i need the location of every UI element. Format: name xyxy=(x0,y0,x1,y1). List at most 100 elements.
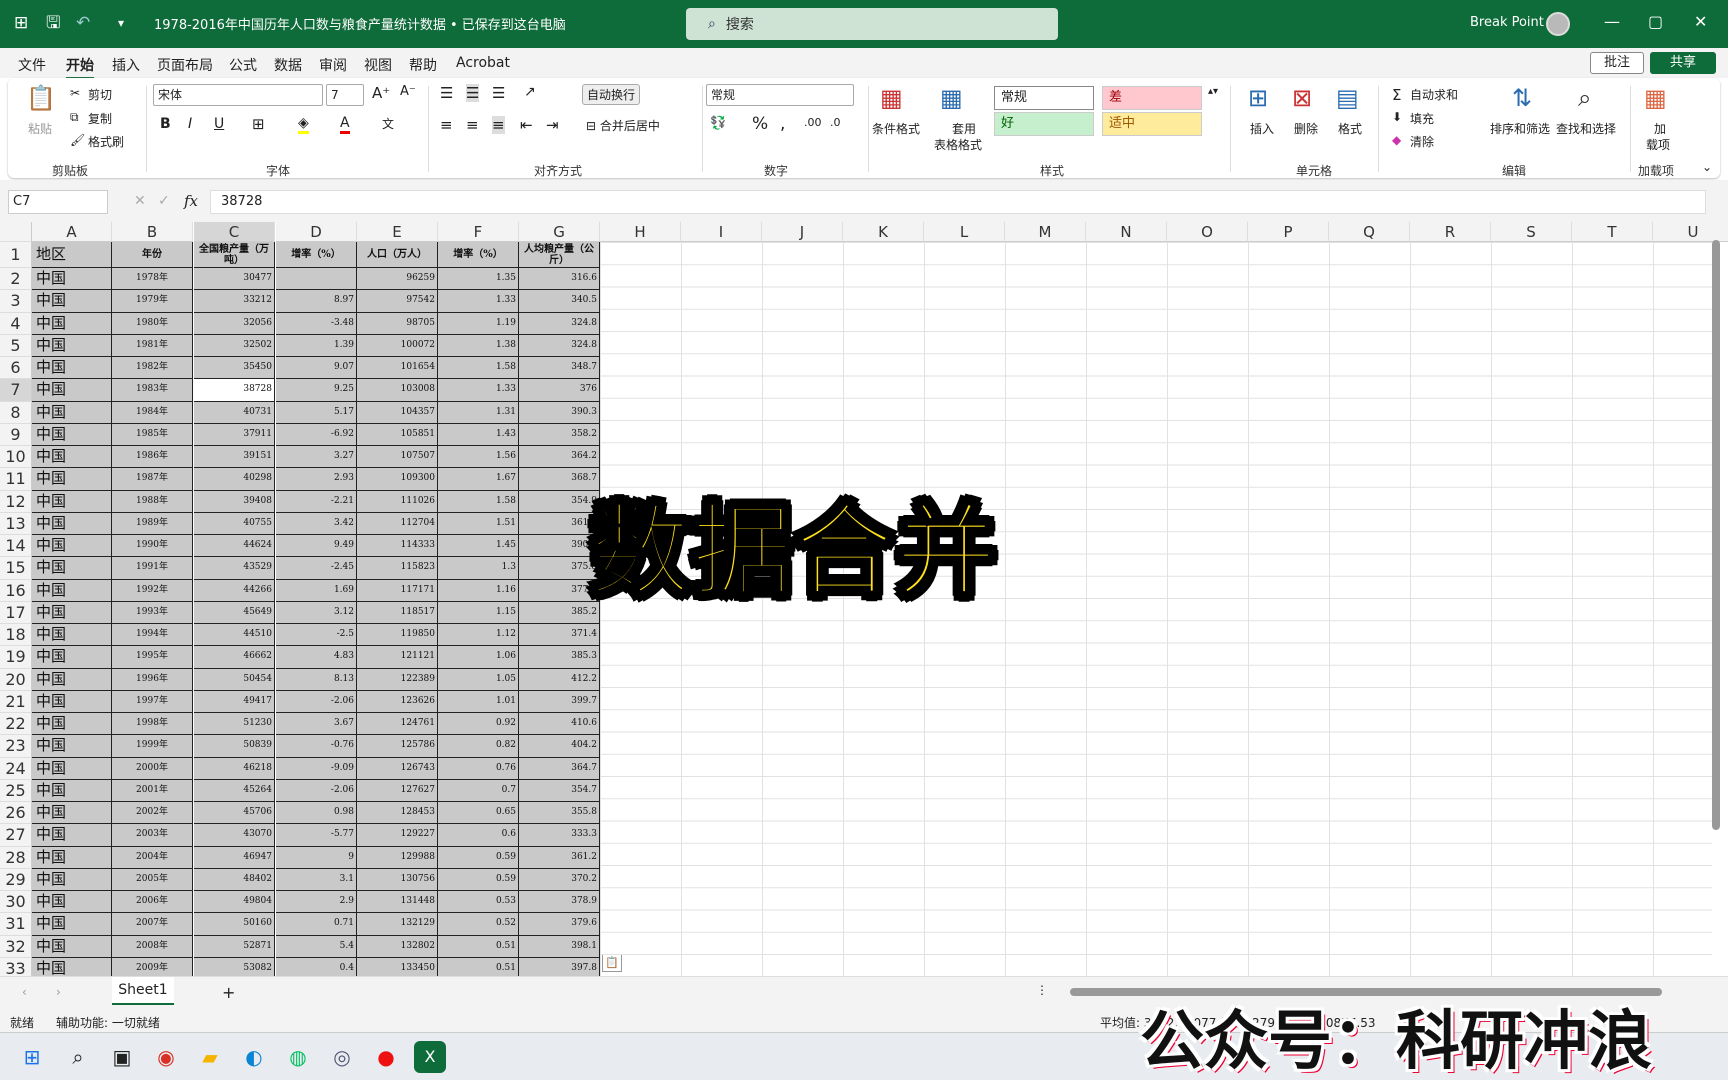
table-cell[interactable]: 3.27 xyxy=(276,446,357,469)
align-right-icon[interactable]: ≡ xyxy=(492,116,505,134)
conditional-format-label[interactable]: 条件格式 xyxy=(872,120,920,137)
header-cell[interactable]: 全国粮产量（万吨） xyxy=(194,242,275,268)
table-cell[interactable]: 128453 xyxy=(357,802,438,825)
grow-font-icon[interactable]: A⁺ xyxy=(372,84,390,102)
table-cell[interactable]: 33212 xyxy=(194,290,275,313)
table-cell[interactable]: 1979年 xyxy=(112,290,193,313)
table-cell[interactable]: 399.7 xyxy=(519,690,600,713)
column-header-h[interactable]: H xyxy=(600,222,681,242)
table-cell[interactable]: 127627 xyxy=(357,779,438,802)
orientation-icon[interactable]: ↗ xyxy=(524,84,536,100)
decrease-decimal-icon[interactable]: .0 xyxy=(830,116,841,129)
row-header[interactable]: 24 xyxy=(0,757,32,780)
header-cell[interactable]: 人均粮产量（公斤） xyxy=(519,242,600,268)
table-cell[interactable]: 中国 xyxy=(32,646,112,669)
header-cell[interactable]: 人口（万人） xyxy=(357,242,438,268)
table-cell[interactable]: 132129 xyxy=(357,913,438,936)
active-cell[interactable]: 38728 xyxy=(194,379,275,402)
app-icon[interactable]: ◎ xyxy=(326,1041,358,1073)
table-cell[interactable]: 3.12 xyxy=(276,601,357,624)
table-cell[interactable]: 1.35 xyxy=(438,268,519,291)
table-cell[interactable]: 37911 xyxy=(194,423,275,446)
table-cell[interactable]: 1.69 xyxy=(276,579,357,602)
row-header[interactable]: 27 xyxy=(0,824,32,847)
table-cell[interactable]: 1999年 xyxy=(112,735,193,758)
table-cell[interactable]: 中国 xyxy=(32,779,112,802)
phonetic-icon[interactable]: 文 xyxy=(382,115,394,132)
row-header[interactable]: 19 xyxy=(0,646,32,669)
clear-icon[interactable]: ◆ xyxy=(1392,133,1401,147)
style-normal[interactable]: 常规 xyxy=(994,86,1094,110)
decrease-indent-icon[interactable]: ⇤ xyxy=(520,116,533,134)
row-header[interactable]: 16 xyxy=(0,579,32,602)
table-cell[interactable]: 1994年 xyxy=(112,624,193,647)
font-size-select[interactable]: 7 xyxy=(326,84,364,106)
table-cell[interactable]: 1.3 xyxy=(438,557,519,580)
table-cell[interactable]: -2.06 xyxy=(276,690,357,713)
close-icon[interactable]: ✕ xyxy=(1694,12,1707,31)
menu-acrobat[interactable]: Acrobat xyxy=(456,55,510,71)
table-cell[interactable]: 2003年 xyxy=(112,824,193,847)
clear-label[interactable]: 清除 xyxy=(1410,133,1434,150)
table-cell[interactable]: 1985年 xyxy=(112,423,193,446)
table-cell[interactable]: 1980年 xyxy=(112,312,193,335)
table-cell[interactable]: 5.4 xyxy=(276,935,357,958)
menu-review[interactable]: 审阅 xyxy=(319,55,347,75)
table-cell[interactable]: 43529 xyxy=(194,557,275,580)
table-cell[interactable]: 1989年 xyxy=(112,512,193,535)
table-cell[interactable]: 132802 xyxy=(357,935,438,958)
paste-label[interactable]: 粘贴 xyxy=(28,120,52,137)
document-title[interactable]: 1978-2016年中国历年人口数与粮食产量统计数据 • 已保存到这台电脑 xyxy=(154,14,566,33)
table-cell[interactable]: 390.3 xyxy=(519,401,600,424)
table-cell[interactable]: 中国 xyxy=(32,490,112,513)
table-cell[interactable]: 1995年 xyxy=(112,646,193,669)
table-cell[interactable]: 364.2 xyxy=(519,446,600,469)
column-header-b[interactable]: B xyxy=(112,222,193,242)
table-cell[interactable]: 98705 xyxy=(357,312,438,335)
table-cell[interactable]: -2.21 xyxy=(276,490,357,513)
table-cell[interactable]: 1.39 xyxy=(276,334,357,357)
table-cell[interactable]: 412.2 xyxy=(519,668,600,691)
edge-icon[interactable]: ◐ xyxy=(238,1041,270,1073)
share-button[interactable]: 共享 xyxy=(1650,52,1716,74)
table-cell[interactable]: 39408 xyxy=(194,490,275,513)
format-cells-label[interactable]: 格式 xyxy=(1338,120,1362,137)
column-header-p[interactable]: P xyxy=(1248,222,1329,242)
table-cell[interactable]: -5.77 xyxy=(276,824,357,847)
table-cell[interactable]: -9.09 xyxy=(276,757,357,780)
table-cell[interactable]: 30477 xyxy=(194,268,275,291)
table-cell[interactable]: 1.45 xyxy=(438,535,519,558)
table-cell[interactable]: 340.5 xyxy=(519,290,600,313)
table-cell[interactable]: 1.56 xyxy=(438,446,519,469)
style-good[interactable]: 好 xyxy=(994,112,1094,136)
table-cell[interactable]: 385.3 xyxy=(519,646,600,669)
table-cell[interactable]: 324.8 xyxy=(519,334,600,357)
shrink-font-icon[interactable]: A⁻ xyxy=(400,84,416,99)
header-cell[interactable]: 增率（%） xyxy=(276,242,357,268)
row-header[interactable]: 13 xyxy=(0,512,32,535)
table-cell[interactable]: 354.7 xyxy=(519,779,600,802)
table-format-label-2[interactable]: 表格格式 xyxy=(934,136,982,153)
row-header[interactable]: 28 xyxy=(0,846,32,869)
table-cell[interactable]: 1.38 xyxy=(438,334,519,357)
table-cell[interactable]: 中国 xyxy=(32,468,112,491)
insert-cells-icon[interactable]: ⊞ xyxy=(1248,84,1268,112)
row-header[interactable]: 26 xyxy=(0,802,32,825)
table-cell[interactable]: 119850 xyxy=(357,624,438,647)
row-header[interactable]: 29 xyxy=(0,868,32,891)
row-header[interactable]: 9 xyxy=(0,423,32,446)
autosum-label[interactable]: 自动求和 xyxy=(1410,86,1458,103)
collapse-ribbon-icon[interactable]: ⌄ xyxy=(1702,160,1712,174)
row-header[interactable]: 2 xyxy=(0,268,32,291)
table-cell[interactable]: 111026 xyxy=(357,490,438,513)
align-middle-icon[interactable]: ☰ xyxy=(466,84,480,102)
table-cell[interactable]: 中国 xyxy=(32,601,112,624)
table-cell[interactable]: 中国 xyxy=(32,379,112,402)
table-cell[interactable]: 8.13 xyxy=(276,668,357,691)
percent-icon[interactable]: % xyxy=(752,114,768,134)
table-cell[interactable]: 0.92 xyxy=(438,713,519,736)
header-cell[interactable]: 年份 xyxy=(112,242,193,268)
table-cell[interactable]: -0.76 xyxy=(276,735,357,758)
maximize-icon[interactable]: ▢ xyxy=(1648,12,1663,31)
table-cell[interactable]: 358.2 xyxy=(519,423,600,446)
